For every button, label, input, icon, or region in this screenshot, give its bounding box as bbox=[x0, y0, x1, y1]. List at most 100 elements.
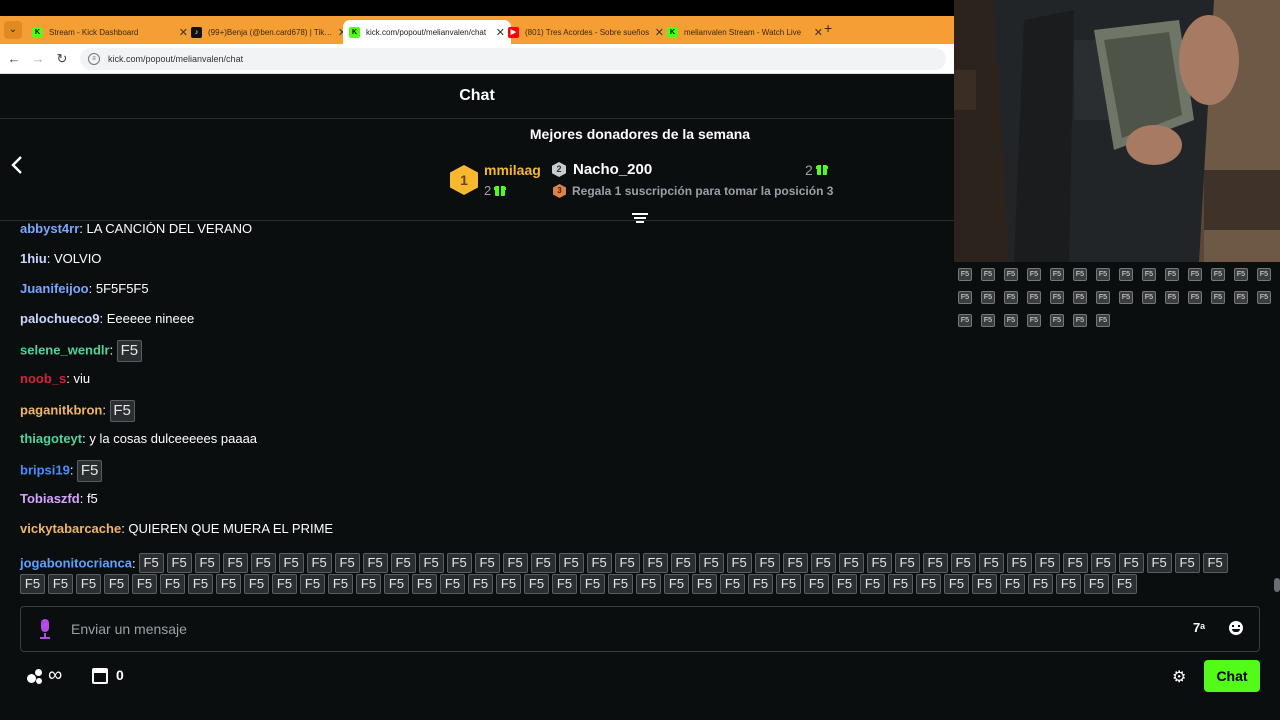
f5-emote[interactable]: F5 bbox=[552, 574, 577, 594]
message-username[interactable]: Juanifeijoo bbox=[20, 281, 89, 296]
tab-youtube[interactable]: ▶ (801) Tres Acordes - Sobre sueños ✕ bbox=[502, 20, 670, 44]
f5-emote[interactable]: F5 bbox=[104, 574, 129, 594]
f5-emote[interactable]: F5 bbox=[894, 553, 920, 573]
f5-emote[interactable]: F5 bbox=[1146, 553, 1172, 573]
f5-emote[interactable]: F5 bbox=[502, 553, 528, 573]
f5-emote[interactable]: F5 bbox=[334, 553, 360, 573]
f5-emote[interactable]: F5 bbox=[20, 574, 45, 594]
f5-emote[interactable]: F5 bbox=[670, 553, 696, 573]
f5-emote[interactable]: F5 bbox=[116, 340, 142, 362]
message-username[interactable]: vickytabarcache bbox=[20, 521, 121, 536]
tab-melianvalen-stream[interactable]: K melianvalen Stream - Watch Live ✕ bbox=[661, 20, 829, 44]
f5-emote[interactable]: F5 bbox=[726, 553, 752, 573]
emoji-icon[interactable] bbox=[1229, 621, 1243, 635]
f5-emote[interactable]: F5 bbox=[300, 574, 325, 594]
f5-emote[interactable]: F5 bbox=[754, 553, 780, 573]
f5-emote[interactable]: F5 bbox=[160, 574, 185, 594]
tab-tiktok[interactable]: ♪ (99+)Benja (@ben.card678) | TikTok ✕ bbox=[185, 20, 353, 44]
f5-emote[interactable]: F5 bbox=[524, 574, 549, 594]
f5-emote[interactable]: F5 bbox=[916, 574, 941, 594]
microphone-icon[interactable] bbox=[39, 619, 51, 639]
f5-emote[interactable]: F5 bbox=[244, 574, 269, 594]
f5-emote[interactable]: F5 bbox=[664, 574, 689, 594]
f5-emote[interactable]: F5 bbox=[1056, 574, 1081, 594]
f5-emote[interactable]: F5 bbox=[306, 553, 332, 573]
f5-emote[interactable]: F5 bbox=[278, 553, 304, 573]
close-icon[interactable]: ✕ bbox=[814, 26, 823, 39]
f5-emote[interactable]: F5 bbox=[1084, 574, 1109, 594]
f5-emote[interactable]: F5 bbox=[978, 553, 1004, 573]
f5-emote[interactable]: F5 bbox=[250, 553, 276, 573]
f5-emote[interactable]: F5 bbox=[166, 553, 192, 573]
f5-emote[interactable]: F5 bbox=[832, 574, 857, 594]
f5-emote[interactable]: F5 bbox=[860, 574, 885, 594]
message-username[interactable]: selene_wendlr bbox=[20, 342, 110, 357]
chat-scrollbar[interactable] bbox=[1274, 578, 1280, 592]
f5-emote[interactable]: F5 bbox=[586, 553, 612, 573]
f5-emote[interactable]: F5 bbox=[1000, 574, 1025, 594]
chat-send-button[interactable]: Chat bbox=[1204, 660, 1260, 692]
message-username[interactable]: bripsi19 bbox=[20, 462, 70, 477]
f5-emote[interactable]: F5 bbox=[1112, 574, 1137, 594]
new-tab-plus-icon[interactable]: + bbox=[824, 20, 832, 36]
f5-emote[interactable]: F5 bbox=[950, 553, 976, 573]
translate-icon[interactable]: 7ᵃ bbox=[1193, 620, 1205, 635]
message-input[interactable] bbox=[71, 619, 1171, 639]
f5-emote[interactable]: F5 bbox=[866, 553, 892, 573]
f5-emote[interactable]: F5 bbox=[1006, 553, 1032, 573]
f5-emote[interactable]: F5 bbox=[362, 553, 388, 573]
message-username[interactable]: paganitkbron bbox=[20, 402, 102, 417]
f5-emote[interactable]: F5 bbox=[496, 574, 521, 594]
f5-emote[interactable]: F5 bbox=[1034, 553, 1060, 573]
f5-emote[interactable]: F5 bbox=[138, 553, 164, 573]
f5-emote[interactable]: F5 bbox=[1118, 553, 1144, 573]
f5-emote[interactable]: F5 bbox=[776, 574, 801, 594]
f5-emote[interactable]: F5 bbox=[328, 574, 353, 594]
f5-emote[interactable]: F5 bbox=[194, 553, 220, 573]
second-donor-name[interactable]: Nacho_200 bbox=[573, 161, 652, 178]
site-info-icon[interactable]: ≡ bbox=[88, 53, 100, 65]
back-arrow-icon[interactable]: ← bbox=[6, 51, 22, 66]
message-username[interactable]: thiagoteyt bbox=[20, 431, 82, 446]
f5-emote[interactable]: F5 bbox=[692, 574, 717, 594]
tab-search-button[interactable]: ⌄ bbox=[4, 21, 22, 39]
f5-emote[interactable]: F5 bbox=[272, 574, 297, 594]
f5-emote[interactable]: F5 bbox=[1028, 574, 1053, 594]
f5-emote[interactable]: F5 bbox=[530, 553, 556, 573]
store-icon[interactable] bbox=[92, 668, 108, 684]
f5-emote[interactable]: F5 bbox=[222, 553, 248, 573]
f5-emote[interactable]: F5 bbox=[474, 553, 500, 573]
message-username[interactable]: jogabonitocrianca bbox=[20, 556, 132, 571]
f5-emote[interactable]: F5 bbox=[838, 553, 864, 573]
f5-emote[interactable]: F5 bbox=[636, 574, 661, 594]
f5-emote[interactable]: F5 bbox=[356, 574, 381, 594]
f5-emote[interactable]: F5 bbox=[972, 574, 997, 594]
f5-emote[interactable]: F5 bbox=[132, 574, 157, 594]
message-username[interactable]: palochueco9 bbox=[20, 311, 99, 326]
f5-emote[interactable]: F5 bbox=[1174, 553, 1200, 573]
f5-emote[interactable]: F5 bbox=[608, 574, 633, 594]
f5-emote[interactable]: F5 bbox=[782, 553, 808, 573]
f5-emote[interactable]: F5 bbox=[810, 553, 836, 573]
f5-emote[interactable]: F5 bbox=[76, 574, 101, 594]
f5-emote[interactable]: F5 bbox=[748, 574, 773, 594]
message-username[interactable]: noob_s bbox=[20, 371, 66, 386]
f5-emote[interactable]: F5 bbox=[468, 574, 493, 594]
f5-emote[interactable]: F5 bbox=[922, 553, 948, 573]
f5-emote[interactable]: F5 bbox=[804, 574, 829, 594]
f5-emote[interactable]: F5 bbox=[1062, 553, 1088, 573]
channel-points-icon[interactable] bbox=[27, 669, 43, 685]
tab-kick-popout-chat[interactable]: K kick.com/popout/melianvalen/chat ✕ bbox=[343, 20, 511, 44]
f5-emote[interactable]: F5 bbox=[698, 553, 724, 573]
f5-emote[interactable]: F5 bbox=[216, 574, 241, 594]
f5-emote[interactable]: F5 bbox=[77, 460, 103, 482]
gear-icon[interactable]: ⚙ bbox=[1172, 667, 1186, 687]
f5-emote[interactable]: F5 bbox=[390, 553, 416, 573]
f5-emote[interactable]: F5 bbox=[614, 553, 640, 573]
url-field[interactable]: ≡ kick.com/popout/melianvalen/chat bbox=[80, 48, 946, 70]
chevron-left-icon[interactable] bbox=[10, 155, 30, 181]
message-username[interactable]: abbyst4rr bbox=[20, 222, 79, 236]
f5-emote[interactable]: F5 bbox=[48, 574, 73, 594]
f5-emote[interactable]: F5 bbox=[446, 553, 472, 573]
tab-kick-dashboard[interactable]: K Stream - Kick Dashboard ✕ bbox=[26, 20, 194, 44]
